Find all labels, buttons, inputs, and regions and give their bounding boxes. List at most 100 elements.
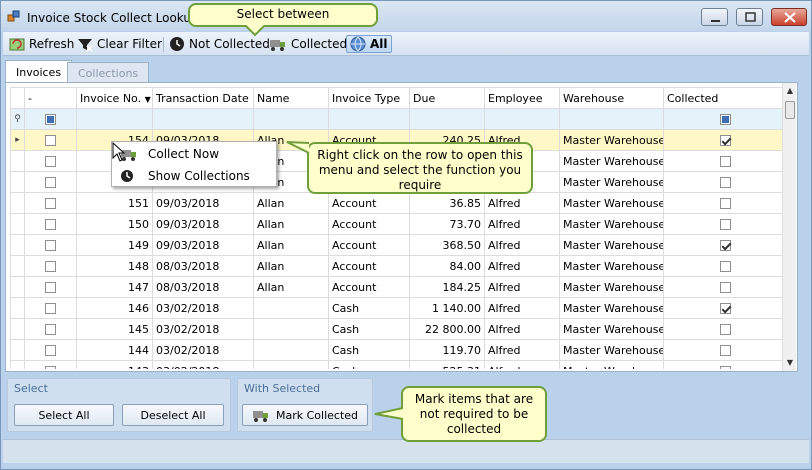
invoice-type-cell[interactable]: Cash [328,297,410,319]
invoice-type-cell[interactable]: Account [328,276,410,298]
not-collected-button[interactable]: Not Collected [169,35,270,53]
filter-select-cell[interactable] [24,108,77,130]
invoice-type-cell[interactable]: Cash [328,318,410,340]
filter-cell[interactable] [253,108,329,130]
transaction-date-cell[interactable]: 09/03/2018 [152,234,254,256]
column-header-name[interactable]: Name [253,87,329,109]
collected-checkbox[interactable] [719,324,731,335]
menu-item-show-collections[interactable]: Show Collections [112,166,276,187]
filter-collected-cell[interactable] [663,108,786,130]
column-header-invoice-type[interactable]: Invoice Type [328,87,410,109]
filter-cell[interactable] [328,108,410,130]
column-header-employee[interactable]: Employee [484,87,560,109]
warehouse-cell[interactable]: Master Warehouse [559,150,664,172]
table-row[interactable]: 149 09/03/2018 Allan Account 368.50 Alfred Mas… [10,234,786,256]
invoice-no-cell[interactable]: 148 [76,255,153,277]
table-row[interactable]: 145 03/02/2018 Cash 22 800.00 Alfred Master W… [10,318,786,340]
row-select-cell[interactable] [24,297,77,319]
column-header-due[interactable]: Due [409,87,485,109]
transaction-date-cell[interactable]: 09/03/2018 [152,192,254,214]
minimize-button[interactable] [701,8,728,26]
transaction-date-cell[interactable]: 03/02/2018 [152,360,254,369]
menu-item-collect-now[interactable]: Collect Now [112,144,276,165]
select-all-button[interactable]: Select All [14,404,114,426]
collected-cell[interactable] [663,339,786,361]
table-row[interactable]: 151 09/03/2018 Allan Account 36.85 Alfred Mast… [10,192,786,214]
invoice-type-cell[interactable]: Cash [328,339,410,361]
row-select-checkbox[interactable] [45,198,56,209]
invoice-no-cell[interactable]: 143 [76,360,153,369]
name-cell[interactable]: Allan [253,213,329,235]
warehouse-cell[interactable]: Master Warehouse [559,171,664,193]
employee-cell[interactable]: Alfred [484,360,560,369]
invoice-no-cell[interactable]: 146 [76,297,153,319]
row-select-checkbox[interactable] [45,177,56,188]
due-cell[interactable]: 119.70 [409,339,485,361]
invoice-type-cell[interactable]: Account [328,255,410,277]
collected-button[interactable]: Collected [269,35,347,53]
invoice-type-cell[interactable]: Cash [328,360,410,369]
filter-cell[interactable] [152,108,254,130]
transaction-date-cell[interactable]: 03/02/2018 [152,339,254,361]
column-header-warehouse[interactable]: Warehouse [559,87,664,109]
tab-invoices[interactable]: Invoices [5,60,73,83]
due-cell[interactable]: 36.85 [409,192,485,214]
clear-filter-button[interactable]: Clear Filter [77,35,162,53]
collected-checkbox[interactable] [719,282,731,293]
tab-collections[interactable]: Collections [67,62,150,82]
collected-cell[interactable] [663,192,786,214]
collected-cell[interactable] [663,360,786,369]
collected-checkbox[interactable] [719,261,731,272]
row-select-cell[interactable] [24,129,77,151]
invoice-no-cell[interactable]: 145 [76,318,153,340]
collected-cell[interactable] [663,297,786,319]
scroll-up-icon[interactable]: ▲ [784,85,796,97]
warehouse-cell[interactable]: Master Warehouse [559,318,664,340]
collected-checkbox[interactable] [719,345,731,356]
collected-cell[interactable] [663,234,786,256]
invoice-type-cell[interactable]: Account [328,213,410,235]
name-cell[interactable] [253,318,329,340]
filter-cell[interactable] [484,108,560,130]
row-select-cell[interactable] [24,171,77,193]
transaction-date-cell[interactable]: 08/03/2018 [152,276,254,298]
collected-checkbox[interactable] [719,135,731,146]
row-select-cell[interactable] [24,276,77,298]
maximize-button[interactable] [736,8,763,26]
due-cell[interactable]: 525.31 [409,360,485,369]
invoice-no-cell[interactable]: 147 [76,276,153,298]
table-row[interactable]: 147 08/03/2018 Allan Account 184.25 Alfred Mas… [10,276,786,298]
warehouse-cell[interactable]: Master Warehouse [559,360,664,369]
due-cell[interactable]: 1 140.00 [409,297,485,319]
invoice-no-cell[interactable]: 151 [76,192,153,214]
transaction-date-cell[interactable]: 09/03/2018 [152,213,254,235]
collected-cell[interactable] [663,129,786,151]
row-select-checkbox[interactable] [45,240,56,251]
invoice-no-cell[interactable]: 150 [76,213,153,235]
collected-checkbox[interactable] [719,366,731,369]
employee-cell[interactable]: Alfred [484,276,560,298]
row-select-cell[interactable] [24,339,77,361]
mark-collected-button[interactable]: Mark Collected [242,404,368,426]
transaction-date-cell[interactable]: 03/02/2018 [152,297,254,319]
name-cell[interactable] [253,297,329,319]
employee-cell[interactable]: Alfred [484,318,560,340]
collected-checkbox[interactable] [719,303,731,314]
column-header-transaction-date[interactable]: Transaction Date [152,87,254,109]
due-cell[interactable]: 184.25 [409,276,485,298]
row-select-checkbox[interactable] [45,324,56,335]
collected-cell[interactable] [663,213,786,235]
name-cell[interactable]: Allan [253,192,329,214]
employee-cell[interactable]: Alfred [484,213,560,235]
warehouse-cell[interactable]: Master Warehouse [559,129,664,151]
warehouse-cell[interactable]: Master Warehouse [559,276,664,298]
all-button[interactable]: All [346,35,392,53]
employee-cell[interactable]: Alfred [484,192,560,214]
name-cell[interactable]: Allan [253,255,329,277]
row-select-checkbox[interactable] [45,303,56,314]
warehouse-cell[interactable]: Master Warehouse [559,339,664,361]
table-row[interactable]: 14303/02/2018 Cash525.31AlfredMaster Ware… [10,360,786,369]
column-header-invoice-no[interactable]: Invoice No. ▼ [76,87,153,109]
row-select-checkbox[interactable] [45,135,56,146]
name-cell[interactable] [253,339,329,361]
